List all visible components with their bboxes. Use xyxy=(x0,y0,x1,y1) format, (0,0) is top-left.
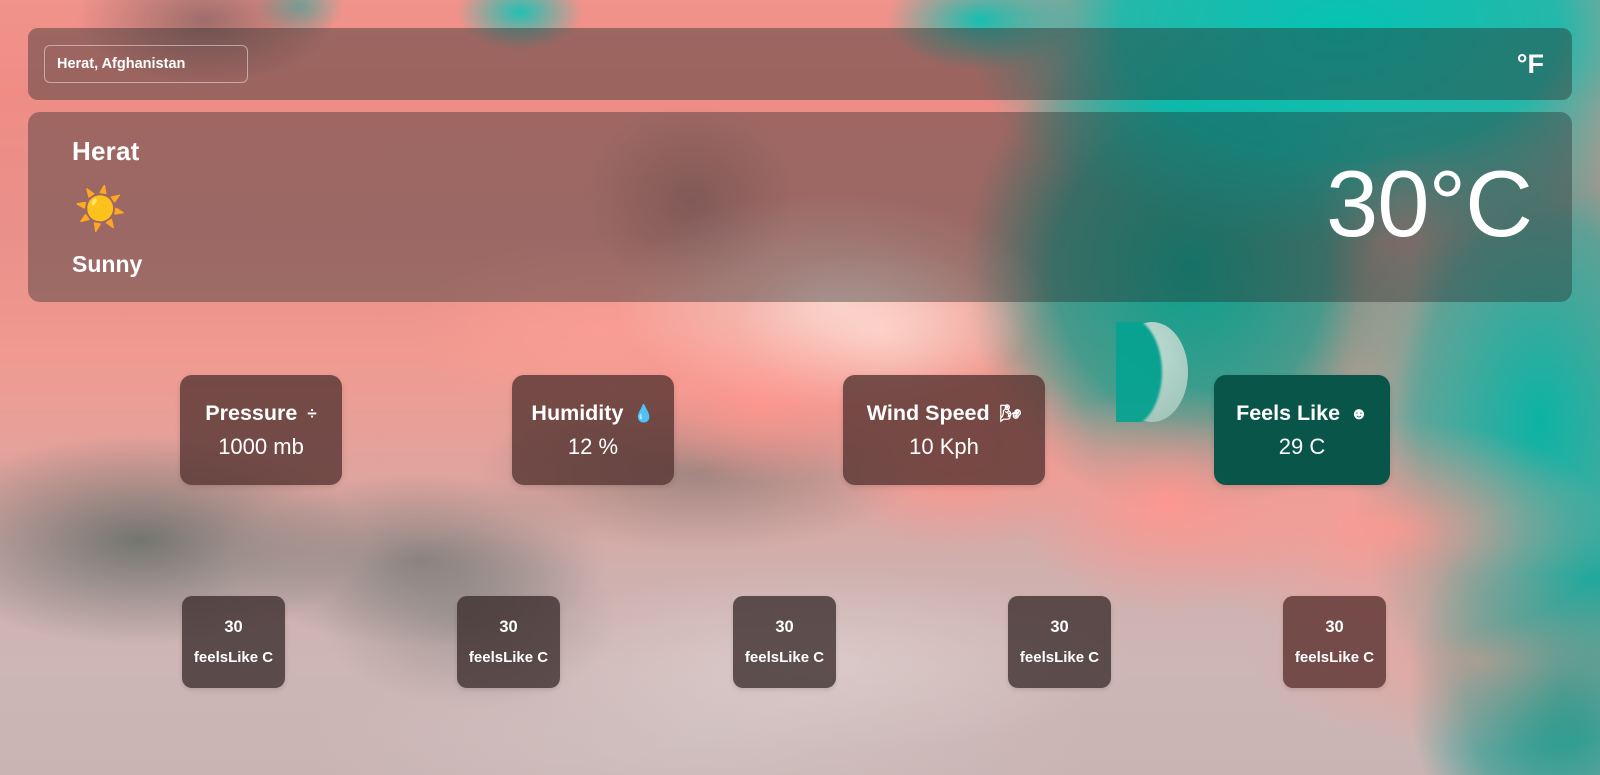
forecast-card: 30 feelsLike C xyxy=(1008,596,1111,688)
search-input[interactable] xyxy=(44,45,248,83)
stat-card-humidity: Humidity 💧 12 % xyxy=(512,375,674,485)
forecast-card: 30 feelsLike C xyxy=(1283,596,1386,688)
forecast-temperature: 30 xyxy=(1050,618,1069,636)
current-temperature: 30°C xyxy=(1325,151,1533,256)
stat-card-value: 12 % xyxy=(567,433,619,459)
smiley-icon: ☻ xyxy=(1350,403,1368,423)
stat-card-header: Wind Speed 🌬 xyxy=(867,401,1021,426)
page-title: Herat xyxy=(72,136,140,166)
forecast-temperature: 30 xyxy=(499,618,518,636)
stat-card-value: 29 C xyxy=(1278,433,1326,459)
header-bar: °F xyxy=(28,28,1572,100)
stat-card-header: Humidity 💧 xyxy=(531,401,654,426)
condition-text: Sunny xyxy=(72,251,143,277)
forecast-temperature: 30 xyxy=(224,618,243,636)
stat-card-value: 1000 mb xyxy=(218,433,304,459)
unit-toggle-button[interactable]: °F xyxy=(1507,49,1554,80)
forecast-card: 30 feelsLike C xyxy=(457,596,560,688)
current-weather-summary: Herat ☀️ Sunny xyxy=(72,132,142,282)
current-weather-card: Herat ☀️ Sunny 30°C xyxy=(28,112,1572,302)
forecast-label: feelsLike C xyxy=(1294,649,1375,666)
forecast-temperature: 30 xyxy=(775,618,794,636)
weather-app: °F Herat ☀️ Sunny 30°C Pressure ÷1000 mb H… xyxy=(0,0,1600,775)
forecast-label: feelsLike C xyxy=(468,649,549,666)
forecast-label: feelsLike C xyxy=(193,649,274,666)
forecast-card: 30 feelsLike C xyxy=(733,596,836,688)
wind-icon: 🌬 xyxy=(999,403,1022,423)
stat-card-feels-like: Feels Like ☻ 29 C xyxy=(1214,375,1390,485)
stat-card-value: 10 Kph xyxy=(909,433,979,459)
sun-icon: ☀️ xyxy=(74,185,127,232)
forecast-row: 30 feelsLike C 30 feelsLike C 30 feelsLike C3… xyxy=(182,596,1387,688)
forecast-temperature: 30 xyxy=(1325,618,1344,636)
droplet-icon: 💧 xyxy=(633,403,655,423)
page-content: °F Herat ☀️ Sunny 30°C Pressure ÷1000 mb H… xyxy=(0,0,1600,775)
stat-card-wind-speed: Wind Speed 🌬 10 Kph xyxy=(843,375,1045,485)
stat-card-label: Pressure xyxy=(205,400,298,425)
pressure-icon: ÷ xyxy=(307,403,317,423)
forecast-label: feelsLike C xyxy=(1019,649,1100,666)
forecast-label: feelsLike C xyxy=(744,649,825,666)
stat-card-label: Humidity xyxy=(531,400,624,425)
stat-card-label: Wind Speed xyxy=(866,400,990,425)
stat-card-pressure: Pressure ÷ 1000 mb xyxy=(180,375,342,485)
stat-card-label: Feels Like xyxy=(1236,400,1341,425)
stat-card-header: Pressure ÷ xyxy=(205,401,316,426)
forecast-card: 30 feelsLike C xyxy=(182,596,285,688)
stat-card-header: Feels Like ☻ xyxy=(1236,401,1368,426)
stats-row: Pressure ÷ 1000 mb Humidity 💧 12 % Wind Speed 🌬… xyxy=(180,375,1390,485)
